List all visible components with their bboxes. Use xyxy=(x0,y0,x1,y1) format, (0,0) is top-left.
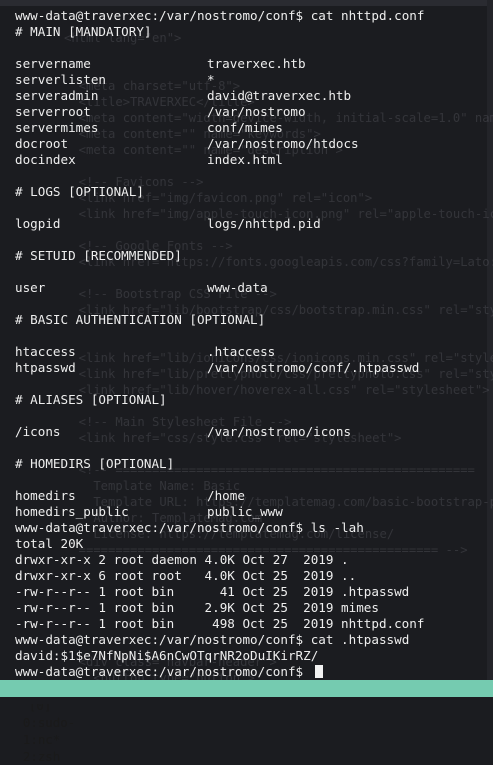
config-value: /var/nostromo/htdocs xyxy=(207,136,359,151)
config-key: servermimes xyxy=(15,120,99,135)
command: cat nhttpd.conf xyxy=(310,8,425,23)
output-line: drwxr-xr-x 2 root daemon 4.0K Oct 27 201… xyxy=(15,552,349,567)
config-key: serveradmin xyxy=(15,88,99,103)
config-key: htpasswd xyxy=(15,360,76,375)
config-entry: servername traverxec.htb xyxy=(15,56,485,72)
config-entry: htpasswd/var/nostromo/conf/.htpasswd xyxy=(15,360,485,376)
output-line: # BASIC AUTHENTICATION [OPTIONAL] xyxy=(15,312,266,327)
output-line: -rw-r--r-- 1 root bin 41 Oct 25 2019 .ht… xyxy=(15,584,410,599)
prompt: www-data@traverxec:/var/nostromo/conf$ xyxy=(15,664,304,679)
config-key: /icons xyxy=(15,424,61,439)
config-value: logs/nhttpd.pid xyxy=(207,216,321,231)
output-line: drwxr-xr-x 6 root root 4.0K Oct 25 2019 … xyxy=(15,568,357,583)
config-value: www-data xyxy=(207,280,268,295)
config-entry: servermimes conf/mimes xyxy=(15,120,485,136)
output-line: -rw-r--r-- 1 root bin 498 Oct 25 2019 nh… xyxy=(15,616,425,631)
config-value: conf/mimes xyxy=(207,120,283,135)
output-line: -rw-r--r-- 1 root bin 2.9K Oct 25 2019 m… xyxy=(15,600,379,615)
config-value: david@traverxec.htb xyxy=(207,88,352,103)
output-line: # SETUID [RECOMMENDED] xyxy=(15,248,182,263)
tmux-window-0[interactable]: 0:sudo- xyxy=(23,714,75,731)
prompt-line: www-data@traverxec:/var/nostromo/conf$ l… xyxy=(15,520,485,536)
tmux-status-bar: [0] 0:sudo- 1:nc* 2:zsh xyxy=(0,680,493,764)
prompt-line: www-data@traverxec:/var/nostromo/conf$ xyxy=(15,664,485,680)
output-line: david:$1$e7NfNpNi$A6nCwOTqrNR2oDuIKirRZ/ xyxy=(15,648,319,663)
config-key: docindex xyxy=(15,152,76,167)
output-line: # MAIN [MANDATORY] xyxy=(15,24,152,39)
config-value: /var/nostromo xyxy=(207,104,306,119)
prompt: www-data@traverxec:/var/nostromo/conf$ xyxy=(15,8,304,23)
tmux-window-1[interactable]: 1:nc* xyxy=(23,731,60,748)
window-bottom-strip xyxy=(0,697,493,704)
config-value: /var/nostromo/icons xyxy=(207,424,352,439)
prompt-line: www-data@traverxec:/var/nostromo/conf$ c… xyxy=(15,8,485,24)
config-entry: htaccess .htaccess xyxy=(15,344,485,360)
output-line: # LOGS [OPTIONAL] xyxy=(15,184,144,199)
terminal-output[interactable]: www-data@traverxec:/var/nostromo/conf$ c… xyxy=(15,8,485,680)
config-value: public_www xyxy=(207,504,283,519)
config-entry: user www-data xyxy=(15,280,485,296)
config-entry: serveradmin david@traverxec.htb xyxy=(15,88,485,104)
output-line: # ALIASES [OPTIONAL] xyxy=(15,392,167,407)
text-cursor[interactable] xyxy=(314,665,323,678)
config-value: index.html xyxy=(207,152,283,167)
config-key: serverlisten xyxy=(15,72,106,87)
config-key: servername xyxy=(15,56,91,71)
config-value: traverxec.htb xyxy=(207,56,306,71)
config-key: htaccess xyxy=(15,344,76,359)
config-key: logpid xyxy=(15,216,61,231)
config-key: serverroot xyxy=(15,104,91,119)
config-key: user xyxy=(15,280,46,295)
prompt-line: www-data@traverxec:/var/nostromo/conf$ c… xyxy=(15,632,485,648)
output-line: # HOMEDIRS [OPTIONAL] xyxy=(15,456,175,471)
output-line: total 20K xyxy=(15,536,84,551)
command: cat .htpasswd xyxy=(310,632,410,647)
config-value: * xyxy=(207,72,215,87)
config-key: homedirs_public xyxy=(15,504,129,519)
config-key: homedirs xyxy=(15,488,76,503)
config-value: /var/nostromo/conf/.htpasswd xyxy=(207,360,420,375)
config-value: /home xyxy=(207,488,245,503)
config-entry: /icons/var/nostromo/icons xyxy=(15,424,485,440)
config-entry: homedirs_public public_www xyxy=(15,504,485,520)
config-value: .htaccess xyxy=(207,344,276,359)
config-key: docroot xyxy=(15,136,69,151)
command: ls -lah xyxy=(310,520,364,535)
prompt: www-data@traverxec:/var/nostromo/conf$ xyxy=(15,632,304,647)
config-entry: docindex index.html xyxy=(15,152,485,168)
config-entry: logpid logs/nhttpd.pid xyxy=(15,216,485,232)
config-entry: serverlisten * xyxy=(15,72,485,88)
prompt: www-data@traverxec:/var/nostromo/conf$ xyxy=(15,520,304,535)
config-entry: homedirs/home xyxy=(15,488,485,504)
config-entry: docroot/var/nostromo/htdocs xyxy=(15,136,485,152)
config-entry: serverroot/var/nostromo xyxy=(15,104,485,120)
tmux-window-2[interactable]: 2:zsh xyxy=(23,748,60,765)
